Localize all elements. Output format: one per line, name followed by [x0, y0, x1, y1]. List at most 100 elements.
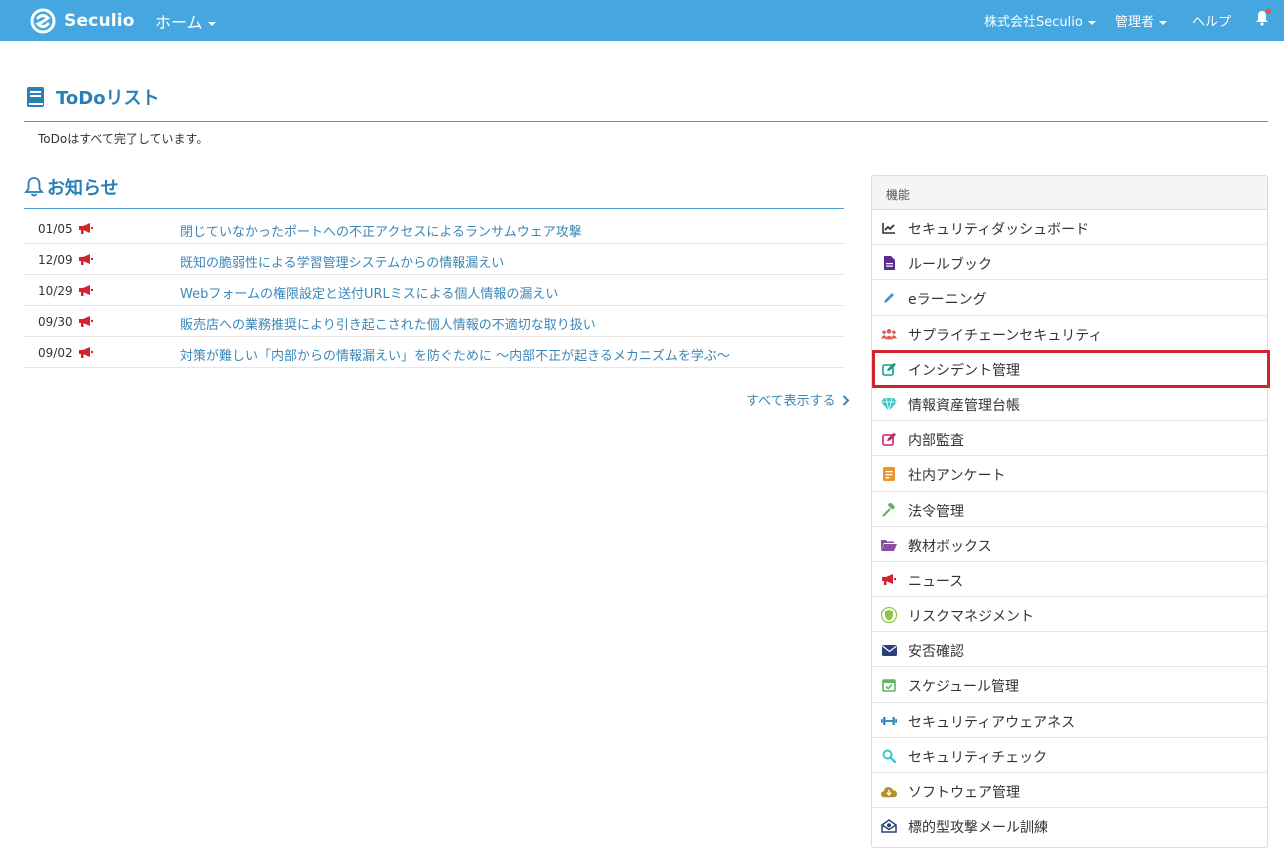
nav-company-label: 株式会社Seculio: [984, 15, 1083, 30]
nav-home-label: ホーム: [155, 13, 203, 32]
function-item[interactable]: セキュリティチェック: [872, 738, 1267, 773]
news-date: 09/02: [38, 346, 73, 360]
function-item-label: リスクマネジメント: [908, 609, 1034, 626]
function-item[interactable]: セキュリティアウェアネス: [872, 703, 1267, 738]
nav-company-dropdown[interactable]: 株式会社Seculio: [984, 11, 1096, 30]
news-link[interactable]: 対策が難しい「内部からの情報漏えい」を防ぐために ～内部不正が起きるメカニズムを…: [180, 345, 730, 364]
function-item-label: セキュリティチェック: [908, 749, 1048, 766]
function-item-label: 情報資産管理台帳: [908, 397, 1020, 414]
nav-home-dropdown[interactable]: ホーム: [155, 9, 216, 33]
function-item[interactable]: インシデント管理: [872, 351, 1267, 386]
news-heading: お知らせ: [24, 174, 119, 200]
news-item: 09/02 対策が難しい「内部からの情報漏えい」を防ぐために ～内部不正が起きる…: [24, 337, 844, 368]
function-item[interactable]: スケジュール管理: [872, 667, 1267, 703]
news-list: 01/05 閉じていなかったポートへの不正アクセスによるランサムウェア攻撃 12…: [24, 213, 844, 368]
news-link[interactable]: 既知の脆弱性による学習管理システムからの情報漏えい: [180, 252, 504, 271]
megaphone-icon: [78, 253, 94, 270]
todo-heading: ToDoリスト: [26, 84, 160, 110]
news-item: 12/09 既知の脆弱性による学習管理システムからの情報漏えい: [24, 244, 844, 275]
top-navbar: Seculio ホーム 株式会社Seculio 管理者 ヘルプ: [0, 0, 1284, 41]
function-item-label: スケジュール管理: [908, 679, 1020, 696]
dumbbell-icon: [881, 713, 897, 729]
function-item-label: 教材ボックス: [908, 538, 992, 555]
function-item[interactable]: ルールブック: [872, 245, 1267, 281]
function-item-label: 社内アンケート: [908, 468, 1006, 485]
megaphone-icon: [78, 346, 94, 363]
function-item[interactable]: 内部監査: [872, 421, 1267, 457]
function-item-label: 安否確認: [908, 644, 964, 661]
nav-help-label: ヘルプ: [1192, 15, 1232, 30]
chevron-right-icon: [842, 395, 850, 406]
todo-title: ToDoリスト: [56, 88, 160, 109]
function-item[interactable]: ソフトウェア管理: [872, 773, 1267, 809]
mail-bug-icon: [881, 818, 897, 834]
function-item[interactable]: 安否確認: [872, 632, 1267, 668]
function-item[interactable]: 社内アンケート: [872, 456, 1267, 492]
todo-message: ToDoはすべて完了しています。: [38, 132, 209, 146]
logo[interactable]: Seculio: [30, 7, 135, 34]
news-date: 01/05: [38, 222, 73, 236]
function-item[interactable]: リスクマネジメント: [872, 597, 1267, 633]
function-item-label: セキュリティアウェアネス: [908, 714, 1076, 731]
function-item-label: 法令管理: [908, 503, 964, 520]
todo-divider: [24, 121, 1268, 122]
notification-dot: [1266, 9, 1271, 14]
caret-down-icon: [1159, 20, 1168, 25]
show-all-link[interactable]: すべて表示する: [746, 390, 850, 409]
news-date: 09/30: [38, 315, 73, 329]
news-link[interactable]: 販売店への業務推奨により引き起こされた個人情報の不適切な取り扱い: [180, 314, 596, 333]
megaphone-icon: [78, 284, 94, 301]
function-item-label: サプライチェーンセキュリティ: [908, 327, 1103, 344]
function-item[interactable]: eラーニング: [872, 280, 1267, 316]
function-item[interactable]: 法令管理: [872, 492, 1267, 527]
edit-icon: [881, 361, 897, 377]
document-icon: [881, 255, 897, 271]
function-item-label: 標的型攻撃メール訓練: [908, 820, 1048, 837]
folder-icon: [881, 537, 897, 553]
function-item[interactable]: 教材ボックス: [872, 527, 1267, 562]
caret-down-icon: [1087, 20, 1096, 25]
book-icon: [27, 87, 44, 107]
pencil-icon: [881, 290, 897, 306]
news-item: 10/29 Webフォームの権限設定と送付URLミスによる個人情報の漏えい: [24, 275, 844, 306]
function-item-label: セキュリティダッシュボード: [908, 222, 1090, 238]
show-all-label: すべて表示する: [746, 394, 836, 409]
gavel-icon: [881, 502, 897, 518]
seculio-logo-icon: [30, 8, 56, 33]
functions-list: セキュリティダッシュボード ルールブック eラーニングサプライチェーンセキュリティイ…: [872, 210, 1267, 843]
megaphone-icon: [78, 315, 94, 332]
edit-icon: [881, 431, 897, 447]
envelope-icon: [881, 642, 897, 658]
news-divider: [24, 208, 844, 209]
diamond-icon: [881, 396, 897, 412]
function-item-label: ニュース: [908, 573, 964, 590]
function-item[interactable]: ニュース: [872, 562, 1267, 598]
news-link[interactable]: Webフォームの権限設定と送付URLミスによる個人情報の漏えい: [180, 283, 558, 302]
functions-panel-header: 機能: [872, 176, 1267, 210]
users-icon: [881, 326, 897, 342]
nav-admin-dropdown[interactable]: 管理者: [1115, 11, 1168, 30]
functions-panel: 機能 セキュリティダッシュボード ルールブック eラーニングサプライチェーンセキュリ…: [871, 175, 1268, 848]
news-item: 01/05 閉じていなかったポートへの不正アクセスによるランサムウェア攻撃: [24, 213, 844, 244]
megaphone-icon: [78, 222, 94, 239]
chart-line-icon: [881, 220, 897, 236]
function-item-label: eラーニング: [908, 292, 987, 309]
function-item-label: インシデント管理: [908, 362, 1020, 379]
function-item[interactable]: セキュリティダッシュボード: [872, 210, 1267, 246]
calendar-check-icon: [881, 677, 897, 693]
news-title: お知らせ: [47, 178, 119, 199]
function-item-label: ソフトウェア管理: [908, 785, 1020, 801]
function-item[interactable]: 情報資産管理台帳: [872, 386, 1267, 422]
caret-down-icon: [207, 21, 216, 26]
nav-admin-label: 管理者: [1115, 15, 1155, 30]
function-item[interactable]: サプライチェーンセキュリティ: [872, 316, 1267, 351]
search-icon: [881, 748, 897, 764]
function-item-label: 内部監査: [908, 433, 964, 450]
news-link[interactable]: 閉じていなかったポートへの不正アクセスによるランサムウェア攻撃: [180, 221, 582, 240]
function-item[interactable]: 標的型攻撃メール訓練: [872, 808, 1267, 843]
nav-help-link[interactable]: ヘルプ: [1192, 11, 1231, 30]
bell-outline-icon: [24, 177, 44, 197]
megaphone-icon: [881, 572, 897, 588]
function-item-label: ルールブック: [908, 257, 992, 274]
cloud-download-icon: [881, 783, 897, 799]
